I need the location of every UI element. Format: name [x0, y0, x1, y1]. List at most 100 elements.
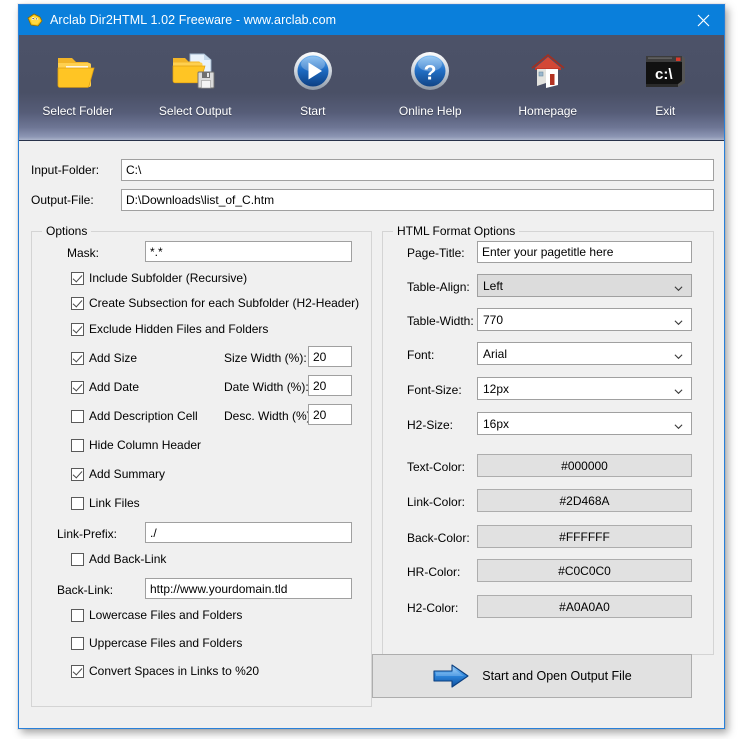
toolbar-label: Start — [300, 104, 326, 118]
table-align-select[interactable]: Left — [477, 274, 692, 297]
checkbox-box — [71, 496, 84, 510]
table-width-value: 770 — [483, 312, 504, 327]
blue-right-arrow-icon — [432, 663, 470, 689]
output-file-field[interactable]: D:\Downloads\list_of_C.htm — [121, 189, 714, 211]
checkbox-convert-spaces[interactable]: Convert Spaces in Links to %20 — [71, 664, 259, 678]
toolbar-button-select-folder[interactable]: Select Folder — [19, 43, 137, 118]
checkbox-add-description-cell[interactable]: Add Description Cell — [71, 409, 198, 423]
checkbox-exclude-hidden[interactable]: Exclude Hidden Files and Folders — [71, 322, 268, 336]
checkbox-uppercase[interactable]: Uppercase Files and Folders — [71, 636, 242, 650]
checkbox-label: Add Description Cell — [89, 409, 198, 423]
desktop-backdrop: Arclab Dir2HTML 1.02 Freeware - www.arcl… — [0, 0, 743, 739]
page-title-input[interactable]: Enter your pagetitle here — [477, 241, 692, 263]
close-icon[interactable] — [682, 5, 724, 35]
font-label: Font: — [407, 348, 435, 362]
checkbox-label: Exclude Hidden Files and Folders — [89, 322, 269, 336]
checkbox-label: Add Back-Link — [89, 552, 167, 566]
window-title: Arclab Dir2HTML 1.02 Freeware - www.arcl… — [50, 13, 337, 27]
h2-size-label: H2-Size: — [407, 418, 454, 432]
checkbox-box — [71, 271, 84, 285]
toolbar-button-start[interactable]: Start — [254, 43, 372, 118]
table-width-select[interactable]: 770 — [477, 308, 692, 331]
play-circle-icon — [289, 47, 337, 95]
checkbox-label: Create Subsection for each Subfolder (H2… — [89, 296, 360, 310]
title-bar: Arclab Dir2HTML 1.02 Freeware - www.arcl… — [19, 5, 724, 35]
question-circle-icon: ? — [406, 47, 454, 95]
checkbox-box — [71, 552, 84, 566]
table-align-value: Left — [483, 278, 504, 293]
toolbar-label: Select Folder — [42, 104, 114, 118]
h2-size-select[interactable]: 16px — [477, 412, 692, 435]
hr-color-label: HR-Color: — [407, 565, 461, 579]
checkbox-label: Uppercase Files and Folders — [89, 636, 243, 650]
desc-width-input[interactable]: 20 — [308, 404, 352, 425]
svg-text:c:\: c:\ — [655, 66, 673, 83]
input-folder-row: Input-Folder: C:\ — [31, 159, 714, 181]
checkbox-label: Include Subfolder (Recursive) — [89, 271, 248, 285]
svg-text:?: ? — [424, 62, 437, 85]
start-and-open-output-file-button[interactable]: Start and Open Output File — [372, 654, 692, 698]
link-color-label: Link-Color: — [407, 495, 466, 509]
link-color-button[interactable]: #2D468A — [477, 489, 692, 512]
table-width-label: Table-Width: — [407, 314, 474, 328]
checkbox-box — [71, 636, 84, 650]
link-prefix-input[interactable]: ./ — [145, 522, 352, 543]
size-width-label: Size Width (%): — [224, 351, 307, 365]
output-file-row: Output-File: D:\Downloads\list_of_C.htm — [31, 189, 714, 211]
checkbox-label: Add Date — [89, 380, 140, 394]
desc-width-label: Desc. Width (%): — [224, 409, 315, 423]
checkbox-label: Hide Column Header — [89, 438, 202, 452]
font-size-value: 12px — [483, 381, 510, 396]
toolbar-button-exit[interactable]: c:\ Exit — [607, 43, 725, 118]
back-color-label: Back-Color: — [407, 531, 470, 545]
checkbox-add-summary[interactable]: Add Summary — [71, 467, 165, 481]
checkbox-box — [71, 608, 84, 622]
checkbox-add-date[interactable]: Add Date — [71, 380, 139, 394]
checkbox-box — [71, 296, 84, 310]
checkbox-add-size[interactable]: Add Size — [71, 351, 137, 365]
chevron-down-icon — [674, 422, 683, 431]
toolbar-label: Exit — [655, 104, 676, 118]
font-size-select[interactable]: 12px — [477, 377, 692, 400]
toolbar-button-select-output[interactable]: Select Output — [137, 43, 255, 118]
start-open-label: Start and Open Output File — [482, 669, 632, 683]
checkbox-box — [71, 351, 84, 365]
link-prefix-label: Link-Prefix: — [57, 527, 118, 541]
size-width-input[interactable]: 20 — [308, 346, 352, 367]
toolbar-button-homepage[interactable]: Homepage — [489, 43, 607, 118]
chevron-down-icon — [674, 352, 683, 361]
checkbox-include-subfolder[interactable]: Include Subfolder (Recursive) — [71, 271, 247, 285]
house-icon — [524, 47, 572, 95]
toolbar-label: Homepage — [518, 104, 578, 118]
application-window: Arclab Dir2HTML 1.02 Freeware - www.arcl… — [18, 4, 725, 729]
mask-label: Mask: — [67, 246, 100, 260]
hr-color-button[interactable]: #C0C0C0 — [477, 559, 692, 582]
chevron-down-icon — [674, 387, 683, 396]
input-folder-field[interactable]: C:\ — [121, 159, 714, 181]
font-select[interactable]: Arial — [477, 342, 692, 365]
options-group-title: Options — [42, 224, 92, 238]
checkbox-link-files[interactable]: Link Files — [71, 496, 140, 510]
checkbox-box — [71, 409, 84, 423]
back-link-input[interactable]: http://www.yourdomain.tld — [145, 578, 352, 599]
table-align-label: Table-Align: — [407, 280, 470, 294]
checkbox-add-back-link[interactable]: Add Back-Link — [71, 552, 166, 566]
checkbox-label: Add Summary — [89, 467, 166, 481]
back-color-button[interactable]: #FFFFFF — [477, 525, 692, 548]
toolbar-button-online-help[interactable]: ? Online Help — [372, 43, 490, 118]
text-color-button[interactable]: #000000 — [477, 454, 692, 477]
h2-color-button[interactable]: #A0A0A0 — [477, 595, 692, 618]
output-file-label: Output-File: — [31, 193, 94, 207]
checkbox-box — [71, 438, 84, 452]
checkbox-create-subsection[interactable]: Create Subsection for each Subfolder (H2… — [71, 296, 359, 310]
h2-color-label: H2-Color: — [407, 601, 459, 615]
back-link-label: Back-Link: — [57, 583, 114, 597]
checkbox-lowercase[interactable]: Lowercase Files and Folders — [71, 608, 242, 622]
checkbox-hide-column-header[interactable]: Hide Column Header — [71, 438, 201, 452]
toolbar-label: Select Output — [158, 104, 232, 118]
toolbar-label: Online Help — [398, 104, 462, 118]
mask-input[interactable]: *.* — [145, 241, 352, 262]
folder-open-icon — [54, 47, 102, 95]
date-width-input[interactable]: 20 — [308, 375, 352, 396]
client-area: Input-Folder: C:\ Output-File: D:\Downlo… — [19, 141, 724, 728]
